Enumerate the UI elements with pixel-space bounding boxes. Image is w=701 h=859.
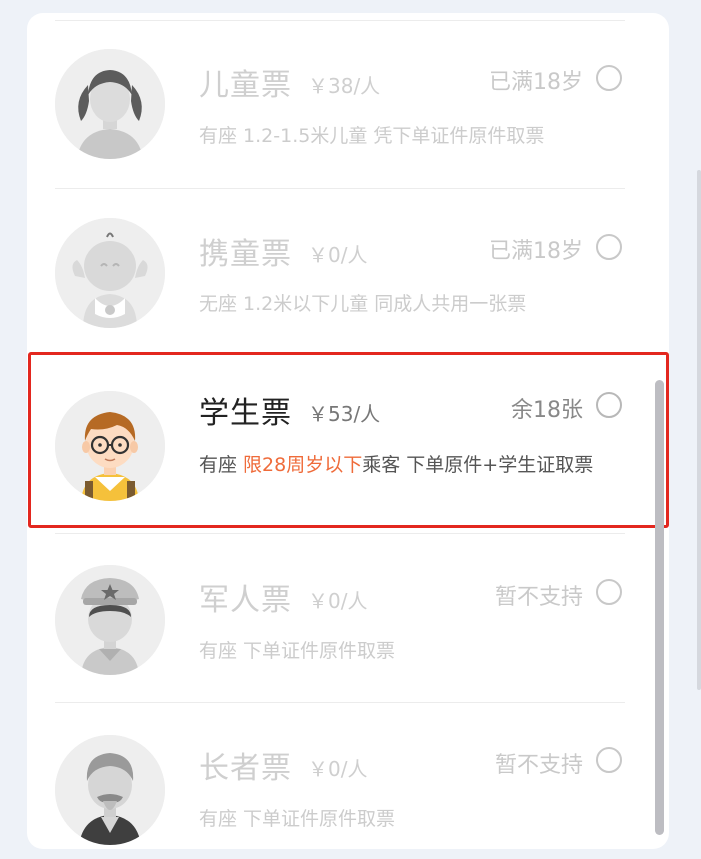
ticket-name: 军人票 xyxy=(199,583,292,618)
ticket-status: 暂不支持 xyxy=(494,753,583,778)
soldier-avatar-icon xyxy=(55,565,165,675)
ticket-status: 暂不支持 xyxy=(494,585,583,610)
ticket-price: ￥0/人 xyxy=(308,589,368,613)
radio-button[interactable] xyxy=(596,234,622,260)
divider xyxy=(55,188,625,189)
ticket-status: 已满18岁 xyxy=(489,70,583,95)
radio-button[interactable] xyxy=(596,747,622,773)
divider xyxy=(55,20,625,21)
ticket-status: 已满18岁 xyxy=(489,239,583,264)
ticket-price: ￥38/人 xyxy=(308,74,381,98)
ticket-description: 有座 1.2-1.5米儿童 凭下单证件原件取票 xyxy=(199,125,545,147)
selection-highlight-box xyxy=(28,352,669,528)
divider xyxy=(55,702,625,703)
scrollbar[interactable] xyxy=(655,380,664,835)
background-panel-edge xyxy=(697,170,701,690)
ticket-description: 有座 下单证件原件取票 xyxy=(199,640,396,662)
ticket-price: ￥0/人 xyxy=(308,243,368,267)
ticket-price: ￥0/人 xyxy=(308,757,368,781)
ticket-name: 长者票 xyxy=(199,751,292,786)
ticket-name: 携童票 xyxy=(199,237,292,272)
divider xyxy=(55,533,625,534)
girl-avatar-icon xyxy=(55,49,165,159)
elder-avatar-icon xyxy=(55,735,165,845)
baby-avatar-icon xyxy=(55,218,165,328)
ticket-description: 无座 1.2米以下儿童 同成人共用一张票 xyxy=(199,293,527,315)
ticket-name: 儿童票 xyxy=(199,68,292,103)
ticket-description: 有座 下单证件原件取票 xyxy=(199,808,396,830)
radio-button[interactable] xyxy=(596,65,622,91)
radio-button[interactable] xyxy=(596,579,622,605)
